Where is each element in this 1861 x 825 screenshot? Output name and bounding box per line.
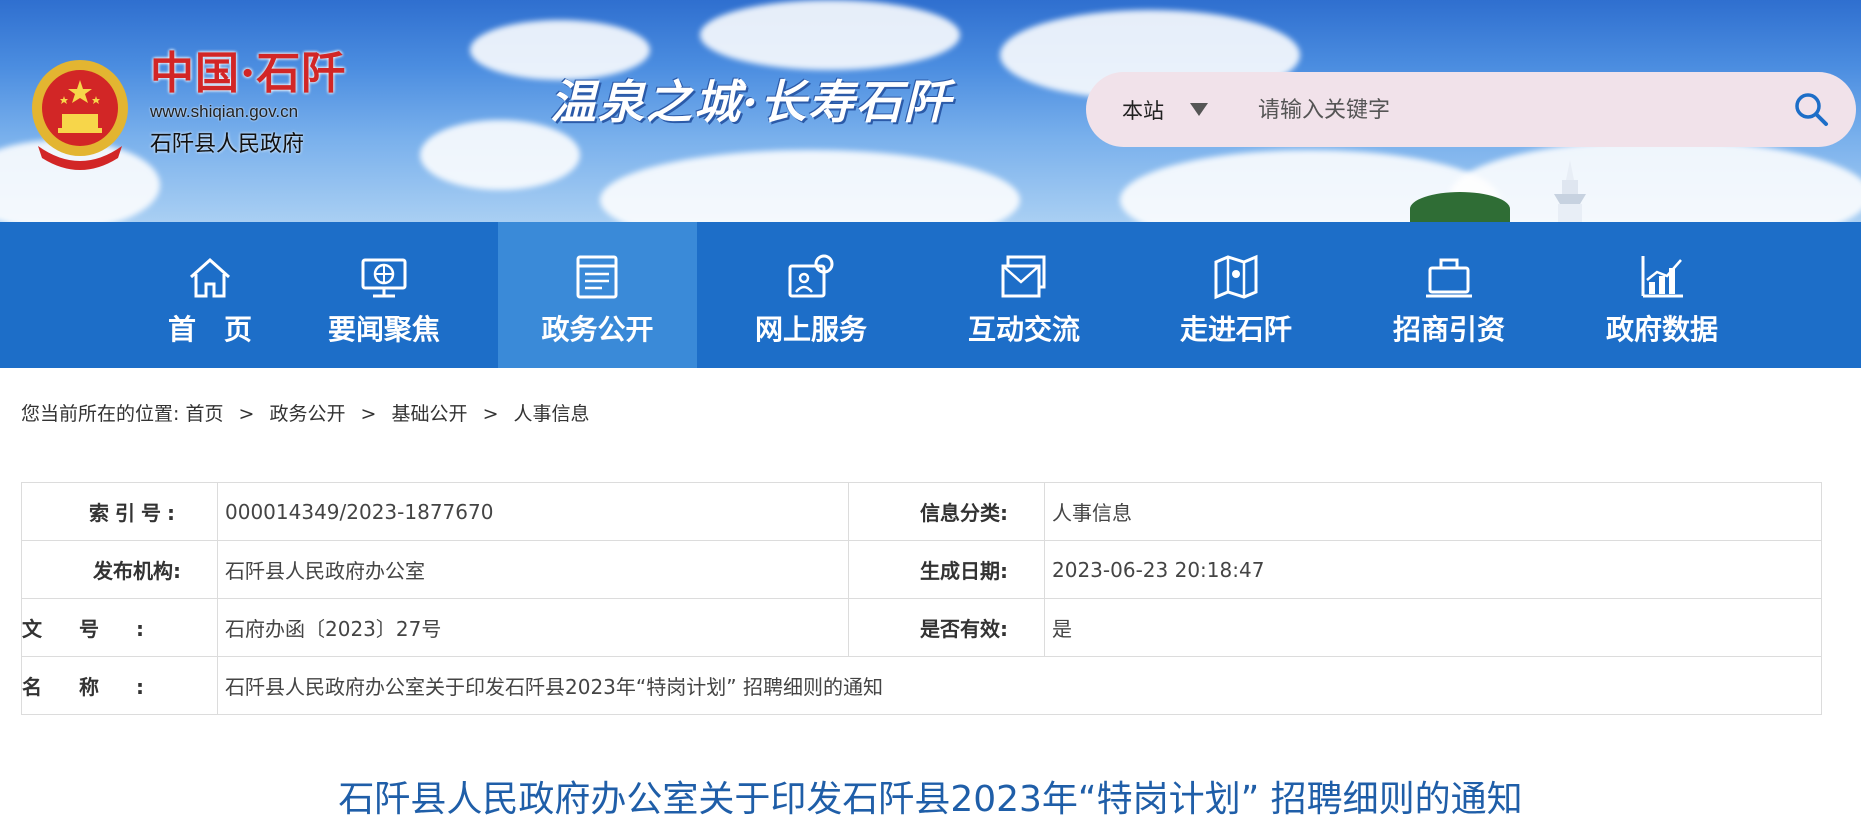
table-row: 名称: 石阡县人民政府办公室关于印发石阡县2023年“特岗计划” 招聘细则的通知 xyxy=(21,656,1822,715)
breadcrumb-separator: > xyxy=(482,403,499,425)
site-government-name: 石阡县人民政府 xyxy=(150,132,305,157)
nav-item-about[interactable]: 走进石阡 xyxy=(1136,222,1336,368)
slogan: 温泉之城·长寿石阡 xyxy=(550,75,953,129)
nav-item-label: 政府数据 xyxy=(1605,313,1718,346)
main-nav: 首 页 要闻聚焦 政务公开 网上服务 互动交流 走进石阡 招商引资 政府数据 xyxy=(0,222,1861,368)
nav-item-label: 网上服务 xyxy=(754,313,867,346)
date-label: 生成日期: xyxy=(848,540,1045,599)
search-scope-select[interactable]: 本站 xyxy=(1122,72,1208,147)
document-info-table: 索引号: 000014349/2023-1877670 信息分类: 人事信息 发… xyxy=(21,482,1822,715)
trees xyxy=(1410,192,1510,222)
breadcrumb: 您当前所在的位置: 首页 > 政务公开 > 基础公开 > 人事信息 xyxy=(21,399,590,426)
search-icon[interactable] xyxy=(1790,88,1834,132)
nav-item-label: 要闻聚焦 xyxy=(327,313,440,346)
nav-item-label: 招商引资 xyxy=(1392,313,1505,346)
name-label: 名称: xyxy=(21,656,218,715)
breadcrumb-link-basic-disclosure[interactable]: 基础公开 xyxy=(392,403,468,425)
nav-item-investment[interactable]: 招商引资 xyxy=(1349,222,1549,368)
category-label: 信息分类: xyxy=(848,482,1045,541)
national-emblem-icon xyxy=(32,60,128,170)
index-label: 索引号: xyxy=(21,482,218,541)
chevron-down-icon xyxy=(1190,103,1208,116)
table-row: 文号: 石府办函〔2023〕27号 是否有效: 是 xyxy=(21,598,1822,657)
org-value: 石阡县人民政府办公室 xyxy=(217,540,849,599)
site-url: www.shiqian.gov.cn xyxy=(150,102,299,121)
breadcrumb-separator: > xyxy=(360,403,377,425)
breadcrumb-link-gov-affairs[interactable]: 政务公开 xyxy=(269,403,345,425)
valid-value: 是 xyxy=(1044,598,1822,657)
docno-value: 石府办函〔2023〕27号 xyxy=(217,598,849,657)
nav-item-online-service[interactable]: 网上服务 xyxy=(711,222,911,368)
news-globe-icon xyxy=(361,258,407,298)
table-row: 发布机构: 石阡县人民政府办公室 生成日期: 2023-06-23 20:18:… xyxy=(21,540,1822,599)
docno-label: 文号: xyxy=(21,598,218,657)
chart-icon xyxy=(1641,256,1683,298)
breadcrumb-link-home[interactable]: 首页 xyxy=(185,403,223,425)
search-input[interactable] xyxy=(1256,88,1760,132)
search-scope-label: 本站 xyxy=(1122,98,1164,123)
nav-item-label: 走进石阡 xyxy=(1179,313,1292,346)
nav-item-label: 首 页 xyxy=(167,313,252,346)
nav-item-gov-affairs[interactable]: 政务公开 xyxy=(498,222,697,368)
org-label: 发布机构: xyxy=(21,540,218,599)
cloud xyxy=(600,150,1020,222)
cloud xyxy=(700,0,960,70)
cloud xyxy=(1450,140,1861,222)
document-list-icon xyxy=(576,255,618,299)
nav-item-news[interactable]: 要闻聚焦 xyxy=(284,222,484,368)
category-value: 人事信息 xyxy=(1044,482,1822,541)
document-title: 石阡县人民政府办公室关于印发石阡县2023年“特岗计划” 招聘细则的通知 xyxy=(338,779,1523,820)
name-value: 石阡县人民政府办公室关于印发石阡县2023年“特岗计划” 招聘细则的通知 xyxy=(217,656,1822,715)
header-banner: 中国·石阡 www.shiqian.gov.cn 石阡县人民政府 温泉之城·长寿… xyxy=(0,0,1861,222)
breadcrumb-prefix: 您当前所在的位置: xyxy=(21,403,180,425)
briefcase-icon xyxy=(1426,258,1472,298)
mail-icon xyxy=(1001,255,1046,298)
nav-item-label: 政务公开 xyxy=(541,313,654,346)
breadcrumb-link-personnel-info[interactable]: 人事信息 xyxy=(514,403,590,425)
home-icon xyxy=(189,257,231,298)
search-bar: 本站 xyxy=(1086,72,1856,147)
breadcrumb-separator: > xyxy=(238,403,255,425)
date-value: 2023-06-23 20:18:47 xyxy=(1044,540,1822,599)
map-icon xyxy=(1214,254,1258,300)
index-value: 000014349/2023-1877670 xyxy=(217,482,849,541)
table-row: 索引号: 000014349/2023-1877670 信息分类: 人事信息 xyxy=(21,482,1822,541)
nav-item-home[interactable]: 首 页 xyxy=(110,222,310,368)
online-service-icon xyxy=(788,254,834,298)
nav-item-interaction[interactable]: 互动交流 xyxy=(924,222,1124,368)
site-name[interactable]: 中国·石阡 www.shiqian.gov.cn 石阡县人民政府 xyxy=(150,48,346,158)
valid-label: 是否有效: xyxy=(848,598,1045,657)
nav-item-label: 互动交流 xyxy=(967,313,1080,346)
nav-item-gov-data[interactable]: 政府数据 xyxy=(1562,222,1762,368)
site-name-logo: 中国·石阡 xyxy=(150,48,347,99)
pagoda-tower xyxy=(1554,160,1586,222)
